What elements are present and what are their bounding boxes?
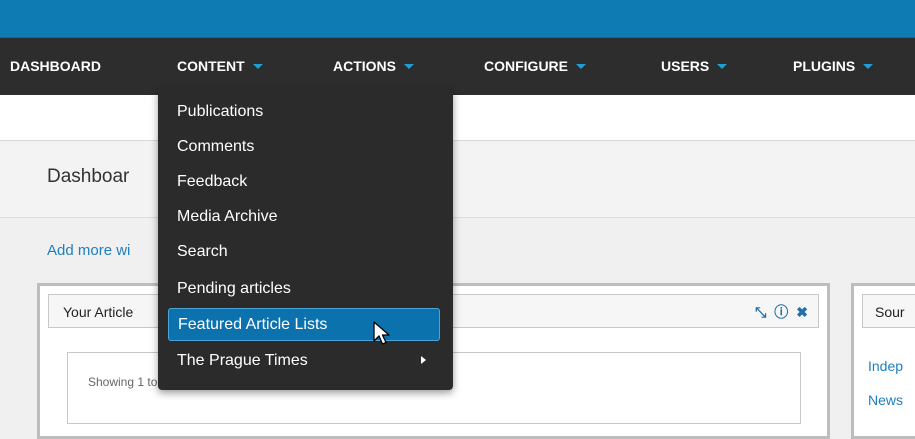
close-icon[interactable]: ✖ [796, 304, 808, 320]
expand-icon[interactable]: ⤡ [755, 304, 766, 320]
source-link[interactable]: Indep [868, 358, 903, 374]
menu-item-comments[interactable]: Comments [168, 130, 440, 163]
mouse-cursor-icon [373, 321, 390, 345]
chevron-down-icon [404, 63, 414, 69]
nav-configure[interactable]: CONFIGURE [484, 38, 586, 95]
menu-item-label: Media Archive [177, 208, 278, 225]
chevron-down-icon [252, 63, 263, 69]
menu-item-feedback[interactable]: Feedback [168, 165, 440, 198]
menu-item-label: Publications [177, 103, 264, 120]
menu-item-pending-articles[interactable]: Pending articles [168, 272, 440, 305]
menu-item-label: The Prague Times [177, 352, 308, 369]
top-bar [0, 0, 915, 38]
nav-content[interactable]: CONTENT [177, 38, 263, 95]
nav-plugins-label: PLUGINS [793, 58, 856, 74]
add-widgets-link[interactable]: Add more wi [47, 242, 130, 259]
source-link[interactable]: News [868, 392, 903, 408]
info-icon[interactable]: ⓘ [774, 304, 788, 320]
menu-item-label: Feedback [177, 173, 248, 190]
chevron-down-icon [863, 63, 874, 69]
nav-configure-label: CONFIGURE [484, 58, 568, 74]
nav-users[interactable]: USERS [661, 38, 728, 95]
chevron-right-icon [421, 356, 426, 364]
nav-plugins[interactable]: PLUGINS [793, 38, 874, 95]
content-dropdown-menu: Publications Comments Feedback Media Arc… [158, 88, 453, 390]
nav-actions[interactable]: ACTIONS [333, 38, 414, 95]
menu-item-featured-article-lists[interactable]: Featured Article Lists [168, 308, 440, 341]
sources-widget-title: Sour [875, 304, 905, 320]
widget-title: Your Article [63, 304, 134, 320]
menu-item-label: Search [177, 243, 228, 260]
menu-item-search[interactable]: Search [168, 235, 440, 268]
page-title-band [0, 141, 915, 218]
chevron-down-icon [576, 63, 586, 69]
menu-item-the-prague-times[interactable]: The Prague Times [168, 344, 440, 377]
sub-header [0, 95, 915, 141]
main-navigation: DASHBOARD CONTENT ACTIONS CONFIGURE USER… [0, 38, 915, 95]
page-title: Dashboar [47, 166, 130, 187]
menu-item-label: Comments [177, 138, 255, 155]
menu-item-media-archive[interactable]: Media Archive [168, 200, 440, 233]
menu-item-label: Pending articles [177, 280, 291, 297]
nav-dashboard-label: DASHBOARD [10, 58, 101, 74]
nav-dashboard[interactable]: DASHBOARD [10, 38, 101, 95]
sources-widget-header: Sour [862, 294, 915, 328]
nav-users-label: USERS [661, 58, 710, 74]
menu-item-publications[interactable]: Publications [168, 95, 440, 128]
nav-content-label: CONTENT [177, 58, 245, 74]
widget-toolbar: ⤡ ⓘ ✖ [747, 302, 808, 322]
chevron-down-icon [717, 63, 728, 69]
menu-item-label: Featured Article Lists [178, 316, 328, 333]
nav-actions-label: ACTIONS [333, 58, 396, 74]
